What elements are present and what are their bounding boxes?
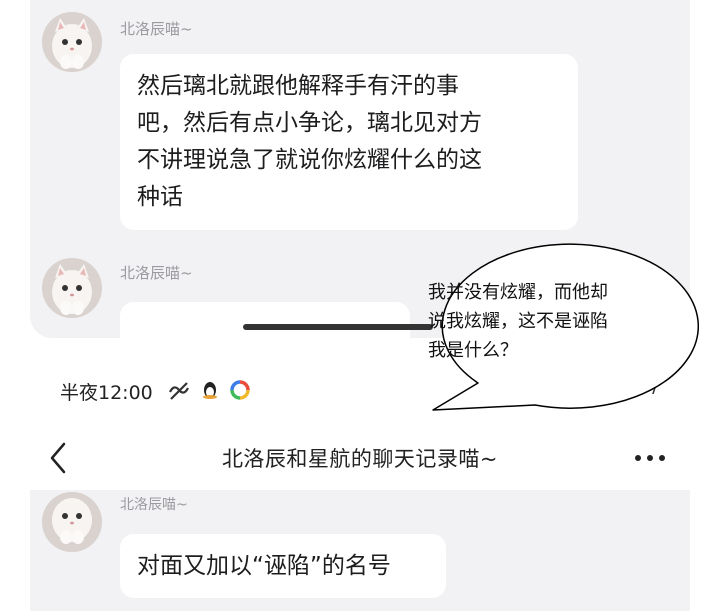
status-bar: 半夜12:00 93 ϟ xyxy=(0,372,720,410)
speech-line: 说我炫耀，这不是诬陷 xyxy=(428,311,608,332)
chat-title: 北洛辰和星航的聊天记录喵~ xyxy=(221,447,499,471)
cat-avatar-image xyxy=(42,492,102,552)
qq-penguin-icon xyxy=(202,380,218,404)
home-indicator[interactable] xyxy=(243,324,433,330)
message-line: 然后璃北就跟他解释手有汗的事 xyxy=(137,73,459,99)
cat-avatar-image xyxy=(42,12,102,72)
battery-indicator: 93 xyxy=(608,382,638,397)
cat-avatar[interactable] xyxy=(42,12,102,72)
status-time: 半夜12:00 xyxy=(60,382,153,404)
more-dots-icon xyxy=(635,455,665,461)
charging-bolt-icon: ϟ xyxy=(646,378,658,399)
speech-bubble-text: 我并没有炫耀，而他却 说我炫耀，这不是诬陷 我是什么？ xyxy=(428,278,648,365)
vibrate-off-icon xyxy=(166,380,192,406)
message-bubble-partial[interactable] xyxy=(120,302,410,338)
nav-bar: 北洛辰和星航的聊天记录喵~ xyxy=(0,428,720,484)
message-bubble[interactable]: 对面又加以“诬陷”的名号 xyxy=(120,534,446,598)
speech-line: 我并没有炫耀，而他却 xyxy=(428,282,608,303)
sender-name: 北洛辰喵~ xyxy=(120,20,193,38)
sender-name: 北洛辰喵~ xyxy=(120,264,193,282)
message-line: 吧，然后有点小争论，璃北见对方 xyxy=(137,110,482,136)
message-bubble[interactable]: 然后璃北就跟他解释手有汗的事 吧，然后有点小争论，璃北见对方 不讲理说急了就说你… xyxy=(120,54,578,230)
message-line: 不讲理说急了就说你炫耀什么的这 xyxy=(137,147,482,173)
speech-line: 我是什么？ xyxy=(428,340,518,361)
colorful-ring-icon xyxy=(230,380,250,404)
cat-avatar[interactable] xyxy=(42,258,102,318)
cat-avatar[interactable] xyxy=(42,492,102,552)
sender-name: 北洛辰喵~ xyxy=(120,497,188,513)
message-line: 种话 xyxy=(137,184,183,210)
cat-avatar-image xyxy=(42,258,102,318)
more-button[interactable] xyxy=(630,444,674,472)
